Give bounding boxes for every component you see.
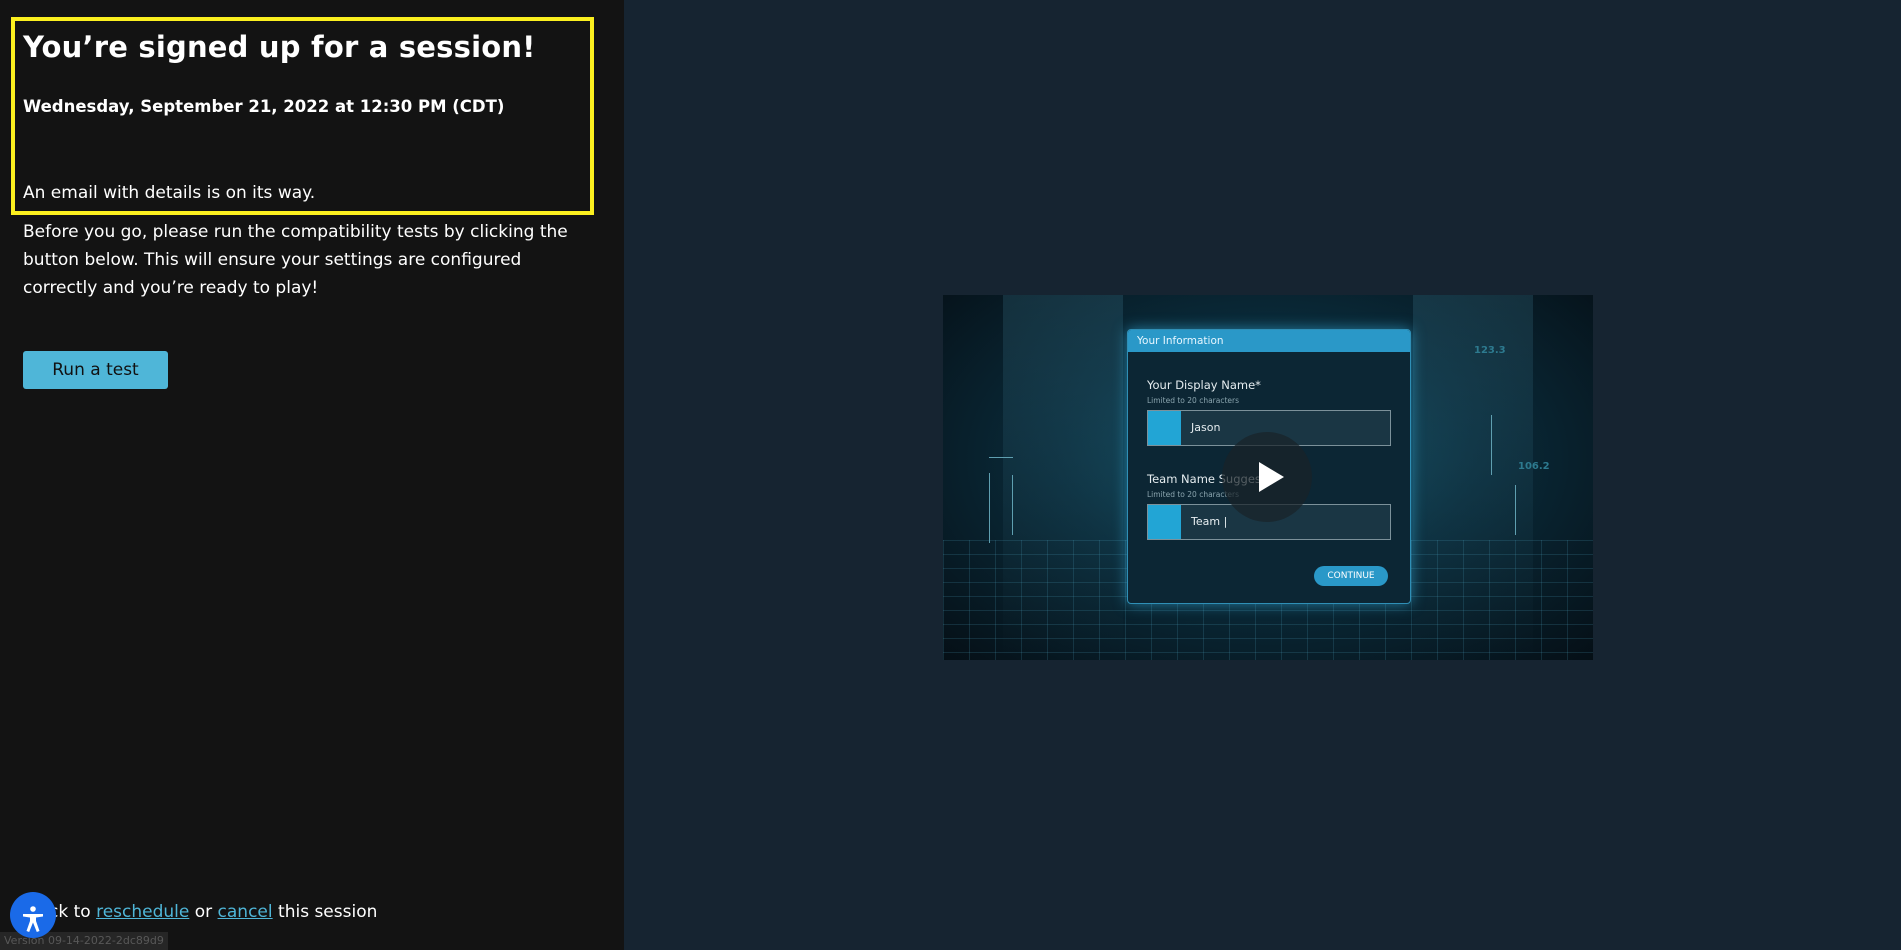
instructions-text: Before you go, please run the compatibil… bbox=[23, 222, 568, 298]
footer-suffix: this session bbox=[278, 902, 378, 922]
deco-line bbox=[989, 473, 990, 543]
display-name-label: Your Display Name* bbox=[1147, 378, 1261, 392]
footer-or: or bbox=[194, 902, 213, 922]
accessibility-button[interactable] bbox=[10, 892, 56, 938]
deco-line bbox=[1515, 485, 1516, 535]
floating-number: 123.3 bbox=[1474, 345, 1506, 356]
deco-line bbox=[1491, 415, 1492, 475]
play-button[interactable] bbox=[1222, 432, 1312, 522]
display-name-hint: Limited to 20 characters bbox=[1147, 396, 1240, 405]
footer-session-actions: ck to reschedule or cancel this session bbox=[49, 902, 377, 922]
confirmation-panel: You’re signed up for a session! Wednesda… bbox=[0, 0, 624, 950]
reschedule-link[interactable]: reschedule bbox=[96, 902, 189, 922]
continue-button: CONTINUE bbox=[1314, 566, 1388, 586]
play-icon bbox=[1259, 462, 1284, 492]
display-name-value: Jason bbox=[1191, 421, 1221, 434]
cancel-link[interactable]: cancel bbox=[218, 902, 273, 922]
run-test-button[interactable]: Run a test bbox=[23, 351, 168, 389]
page-title: You’re signed up for a session! bbox=[23, 30, 536, 64]
dialog-title: Your Information bbox=[1128, 330, 1410, 352]
session-datetime: Wednesday, September 21, 2022 at 12:30 P… bbox=[23, 97, 505, 116]
floating-number: 106.2 bbox=[1518, 461, 1550, 472]
accessibility-icon bbox=[23, 906, 43, 932]
email-note: An email with details is on its way. bbox=[23, 183, 316, 203]
deco-line bbox=[989, 457, 1013, 458]
deco-line bbox=[1012, 475, 1013, 535]
tutorial-video[interactable]: 123.3 106.2 Your Information Your Displa… bbox=[943, 295, 1593, 660]
